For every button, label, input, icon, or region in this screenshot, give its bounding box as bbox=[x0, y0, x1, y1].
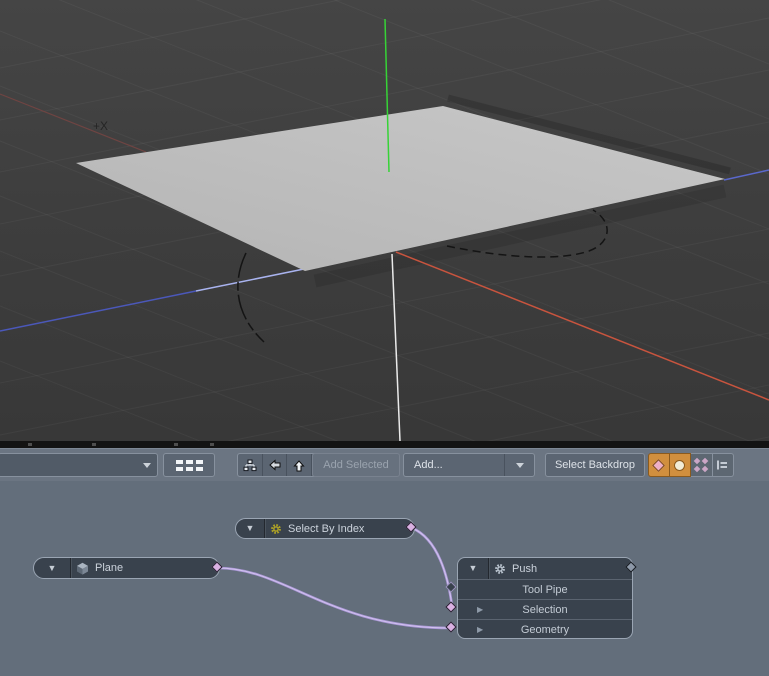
collapse-triangle-icon: ▼ bbox=[469, 564, 478, 573]
grid-view-icon bbox=[176, 460, 203, 471]
push-row-tool-pipe[interactable]: Tool Pipe bbox=[458, 579, 632, 599]
schematic-toolbar: Add Selected Add... Select Backdrop bbox=[0, 448, 769, 481]
backdrop-list-icon bbox=[715, 458, 730, 472]
divider-tick bbox=[92, 443, 96, 446]
collapse-button[interactable]: ▼ bbox=[34, 558, 70, 578]
node-plane[interactable]: ▼ Plane bbox=[33, 557, 220, 579]
expand-triangle-icon[interactable]: ▶ bbox=[477, 626, 483, 634]
wire-index-to-selection-core bbox=[412, 528, 452, 606]
push-row-geometry[interactable]: ▶ Geometry bbox=[458, 619, 632, 639]
add-dropdown-button[interactable]: Add... bbox=[403, 453, 535, 477]
quad-diamond-icon bbox=[694, 458, 708, 472]
node-title: Push bbox=[512, 563, 537, 575]
add-dropdown-arrow[interactable] bbox=[504, 454, 534, 476]
add-label: Add... bbox=[404, 459, 504, 471]
arrow-up-icon bbox=[292, 458, 306, 473]
arrow-left-icon bbox=[267, 458, 282, 472]
viewport-divider[interactable] bbox=[0, 441, 769, 448]
node-push[interactable]: ▼ Push Tool Pipe ▶ Selection ▶ Geometry bbox=[457, 557, 633, 639]
collapse-button[interactable]: ▼ bbox=[236, 519, 264, 538]
diamond-connector-icon bbox=[652, 459, 665, 472]
collapse-button[interactable]: ▼ bbox=[458, 558, 488, 579]
collapse-triangle-icon: ▼ bbox=[246, 524, 255, 533]
layout-grid-button[interactable] bbox=[163, 453, 215, 477]
node-title: Plane bbox=[95, 562, 123, 574]
mesh-cube-icon bbox=[76, 562, 89, 575]
divider-tick bbox=[174, 443, 178, 446]
chevron-down-icon bbox=[143, 463, 151, 468]
divider-tick bbox=[210, 443, 214, 446]
node-title: Select By Index bbox=[288, 523, 364, 535]
tree-view-icon bbox=[243, 459, 257, 472]
link-style-toggle-group bbox=[648, 453, 734, 477]
wire-plane-to-geometry-core bbox=[218, 568, 450, 628]
3d-viewport[interactable]: +X bbox=[0, 0, 769, 441]
node-push-header[interactable]: ▼ Push bbox=[458, 558, 632, 579]
schematic-editor[interactable]: ▼ Select By Index ▼ Plane bbox=[0, 481, 769, 676]
go-back-button[interactable] bbox=[263, 454, 288, 476]
wire-index-to-selection[interactable] bbox=[412, 528, 452, 606]
move-up-button[interactable] bbox=[287, 454, 312, 476]
modo-window: +X bbox=[0, 0, 769, 676]
gear-icon bbox=[270, 523, 282, 535]
viewport-canvas: +X bbox=[0, 0, 769, 441]
expand-triangle-icon[interactable]: ▶ bbox=[477, 606, 483, 614]
node-header-divider bbox=[264, 519, 265, 538]
diamond-connector-toggle[interactable] bbox=[648, 453, 670, 477]
axis-label-plus-x: +X bbox=[93, 119, 108, 133]
round-connector-toggle[interactable] bbox=[670, 453, 692, 477]
divider-tick bbox=[28, 443, 32, 446]
chevron-down-icon bbox=[516, 463, 524, 468]
node-header-divider bbox=[70, 558, 71, 578]
push-row-selection[interactable]: ▶ Selection bbox=[458, 599, 632, 619]
select-backdrop-button[interactable]: Select Backdrop bbox=[545, 453, 645, 477]
circle-connector-icon bbox=[674, 460, 685, 471]
row-label: Selection bbox=[522, 604, 567, 616]
node-select-by-index[interactable]: ▼ Select By Index bbox=[235, 518, 415, 539]
tree-layout-button[interactable] bbox=[238, 454, 263, 476]
select-backdrop-label: Select Backdrop bbox=[555, 459, 635, 471]
node-header-divider bbox=[488, 558, 489, 579]
show-all-channels-toggle[interactable] bbox=[691, 453, 713, 477]
backdrop-order-toggle[interactable] bbox=[713, 453, 735, 477]
collapse-triangle-icon: ▼ bbox=[48, 564, 57, 573]
add-selected-label: Add Selected bbox=[323, 459, 388, 471]
row-label: Geometry bbox=[521, 624, 569, 636]
schematic-preset-dropdown[interactable] bbox=[0, 453, 158, 477]
add-selected-button[interactable]: Add Selected bbox=[312, 453, 400, 477]
wire-plane-to-geometry[interactable] bbox=[218, 568, 450, 628]
gear-icon bbox=[494, 563, 506, 575]
row-label: Tool Pipe bbox=[522, 584, 567, 596]
